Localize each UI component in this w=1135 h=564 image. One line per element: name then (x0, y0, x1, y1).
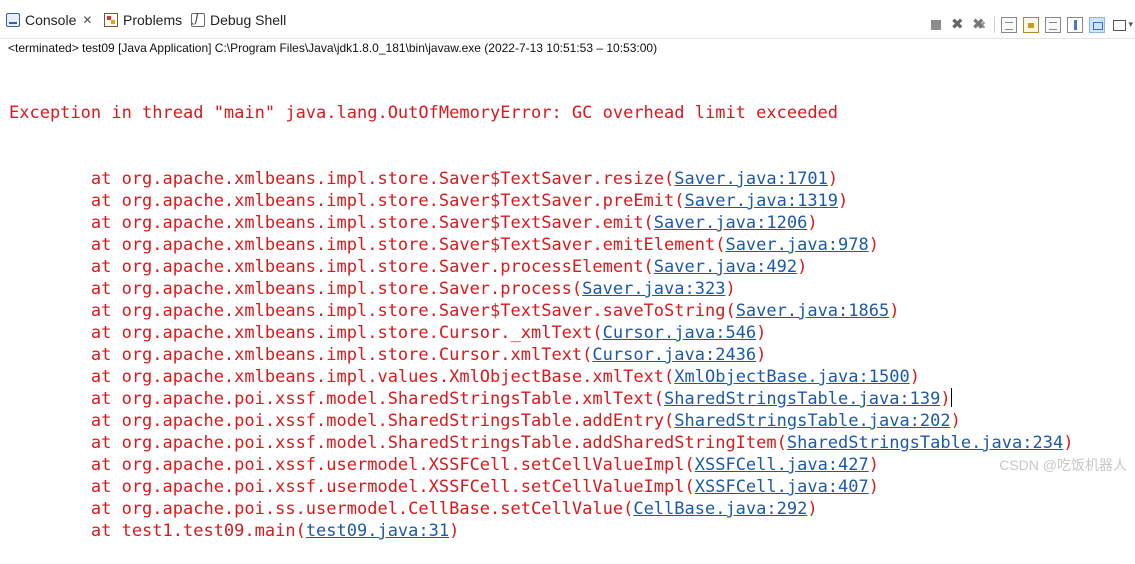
stack-frame-line: at org.apache.xmlbeans.impl.store.Saver$… (9, 168, 1073, 190)
stack-frame-close-paren: ) (807, 499, 818, 519)
console-output[interactable]: Exception in thread "main" java.lang.Out… (9, 58, 1073, 564)
stack-frame-link[interactable]: test09.java:31 (306, 521, 449, 541)
stack-frame-line: at test1.test09.main(test09.java:31) (9, 520, 1073, 542)
stack-frame-close-paren: ) (449, 521, 460, 541)
stack-frame-link[interactable]: Saver.java:492 (654, 257, 797, 277)
stack-frame-link[interactable]: Cursor.java:2436 (592, 345, 756, 365)
watermark: CSDN @吃饭机器人 (999, 457, 1127, 473)
stack-frame-method: at org.apache.xmlbeans.impl.store.Cursor… (9, 345, 593, 365)
stack-frame-close-paren: ) (868, 477, 879, 497)
close-icon[interactable]: ✕ (82, 13, 92, 27)
stack-frame-method: at org.apache.xmlbeans.impl.store.Saver$… (9, 169, 675, 189)
stack-frame-method: at org.apache.poi.ss.usermodel.CellBase.… (9, 499, 634, 519)
tab-debug-shell[interactable]: Debug Shell (191, 10, 286, 30)
stack-frame-close-paren: ) (807, 213, 818, 233)
tab-problems[interactable]: Problems (104, 10, 182, 30)
stack-frame-method: at org.apache.poi.xssf.model.SharedStrin… (9, 411, 675, 431)
stack-frame-line: at org.apache.poi.ss.usermodel.CellBase.… (9, 498, 1073, 520)
stack-frame-close-paren: ) (909, 367, 920, 387)
text-cursor (950, 388, 952, 407)
stack-frame-link[interactable]: Saver.java:323 (582, 279, 725, 299)
stack-frame-line: at org.apache.xmlbeans.impl.store.Cursor… (9, 322, 1073, 344)
toolbar-separator (994, 17, 995, 33)
stack-frame-line: at org.apache.poi.xssf.model.SharedStrin… (9, 410, 1073, 432)
stack-frame-link[interactable]: Saver.java:1865 (736, 301, 890, 321)
stack-frame-close-paren: ) (838, 191, 849, 211)
stack-frame-method: at org.apache.xmlbeans.impl.values.XmlOb… (9, 367, 675, 387)
stack-frame-close-paren: ) (950, 411, 961, 431)
stack-frame-method: at org.apache.xmlbeans.impl.store.Saver.… (9, 257, 654, 277)
stack-frame-line: at org.apache.xmlbeans.impl.store.Saver$… (9, 190, 1073, 212)
stack-frame-method: at org.apache.poi.xssf.usermodel.XSSFCel… (9, 455, 695, 475)
stack-frame-line: at org.apache.poi.xssf.model.SharedStrin… (9, 388, 1073, 410)
stack-trace: at org.apache.xmlbeans.impl.store.Saver$… (9, 168, 1074, 542)
stack-frame-close-paren: ) (889, 301, 900, 321)
scroll-lock-icon[interactable] (1023, 17, 1039, 33)
stack-frame-link[interactable]: Cursor.java:546 (603, 323, 757, 343)
stack-frame-close-paren: ) (725, 279, 736, 299)
stack-frame-link[interactable]: Saver.java:1206 (654, 213, 808, 233)
console-icon (6, 13, 20, 27)
stack-frame-line: at org.apache.xmlbeans.impl.store.Saver.… (9, 278, 1073, 300)
stack-frame-line: at org.apache.poi.xssf.usermodel.XSSFCel… (9, 476, 1073, 498)
tab-console-label: Console (25, 12, 77, 28)
stack-frame-method: at org.apache.poi.xssf.model.SharedStrin… (9, 389, 665, 409)
pin-console-icon[interactable] (1067, 17, 1083, 33)
stack-frame-method: at org.apache.poi.xssf.model.SharedStrin… (9, 433, 787, 453)
stack-frame-close-paren: ) (868, 455, 879, 475)
stack-frame-link[interactable]: SharedStringsTable.java:234 (787, 433, 1063, 453)
stack-frame-line: at org.apache.xmlbeans.impl.store.Saver$… (9, 300, 1073, 322)
stack-frame-method: at org.apache.xmlbeans.impl.store.Saver.… (9, 279, 583, 299)
stack-frame-close-paren: ) (940, 389, 951, 409)
stack-frame-method: at org.apache.xmlbeans.impl.store.Cursor… (9, 323, 603, 343)
problems-icon (104, 13, 118, 27)
tab-console[interactable]: Console ✕ (6, 10, 92, 30)
stack-frame-link[interactable]: Saver.java:1701 (674, 169, 828, 189)
launch-status-line: <terminated> test09 [Java Application] C… (8, 41, 658, 55)
stack-frame-link[interactable]: XmlObjectBase.java:1500 (674, 367, 909, 387)
stack-frame-close-paren: ) (797, 257, 808, 277)
open-console-icon[interactable] (1111, 17, 1133, 33)
stack-frame-close-paren: ) (756, 345, 767, 365)
console-view-tabbar: Console ✕ Problems Debug Shell (0, 0, 1135, 39)
stack-frame-line: at org.apache.xmlbeans.impl.store.Saver$… (9, 234, 1073, 256)
stack-frame-method: at org.apache.xmlbeans.impl.store.Saver$… (9, 301, 736, 321)
stack-frame-method: at org.apache.xmlbeans.impl.store.Saver$… (9, 213, 654, 233)
stack-frame-link[interactable]: XSSFCell.java:427 (695, 455, 869, 475)
remove-all-terminated-icon[interactable] (972, 15, 988, 33)
stack-frame-close-paren: ) (756, 323, 767, 343)
terminate-icon[interactable] (928, 17, 944, 33)
stack-frame-method: at test1.test09.main( (9, 521, 306, 541)
stack-frame-method: at org.apache.xmlbeans.impl.store.Saver$… (9, 235, 726, 255)
stack-frame-line: at org.apache.xmlbeans.impl.values.XmlOb… (9, 366, 1073, 388)
stack-frame-close-paren: ) (868, 235, 879, 255)
stack-frame-line: at org.apache.xmlbeans.impl.store.Saver.… (9, 256, 1073, 278)
stack-frame-link[interactable]: CellBase.java:292 (633, 499, 807, 519)
stack-frame-link[interactable]: SharedStringsTable.java:139 (664, 389, 940, 409)
remove-launch-icon[interactable] (950, 15, 966, 33)
exception-line: Exception in thread "main" java.lang.Out… (9, 103, 839, 123)
console-toolbar (928, 15, 1133, 34)
tab-problems-label: Problems (123, 12, 183, 28)
stack-frame-line: at org.apache.xmlbeans.impl.store.Saver$… (9, 212, 1073, 234)
stack-frame-link[interactable]: SharedStringsTable.java:202 (674, 411, 950, 431)
word-wrap-icon[interactable] (1045, 17, 1061, 33)
stack-frame-close-paren: ) (1063, 433, 1074, 453)
stack-frame-method: at org.apache.xmlbeans.impl.store.Saver$… (9, 191, 685, 211)
stack-frame-line: at org.apache.poi.xssf.model.SharedStrin… (9, 432, 1074, 454)
stack-frame-line: at org.apache.xmlbeans.impl.store.Cursor… (9, 344, 1073, 366)
debug-shell-icon (191, 11, 205, 27)
stack-frame-close-paren: ) (827, 169, 839, 189)
tab-debug-shell-label: Debug Shell (210, 12, 287, 28)
stack-frame-line: at org.apache.poi.xssf.usermodel.XSSFCel… (9, 454, 1073, 476)
stack-frame-method: at org.apache.poi.xssf.usermodel.XSSFCel… (9, 477, 695, 497)
stack-frame-link[interactable]: Saver.java:1319 (685, 191, 839, 211)
display-selected-console-icon[interactable] (1089, 17, 1105, 33)
stack-frame-link[interactable]: Saver.java:978 (725, 235, 868, 255)
stack-frame-link[interactable]: XSSFCell.java:407 (695, 477, 869, 497)
show-console-on-output-icon[interactable] (1001, 17, 1017, 33)
